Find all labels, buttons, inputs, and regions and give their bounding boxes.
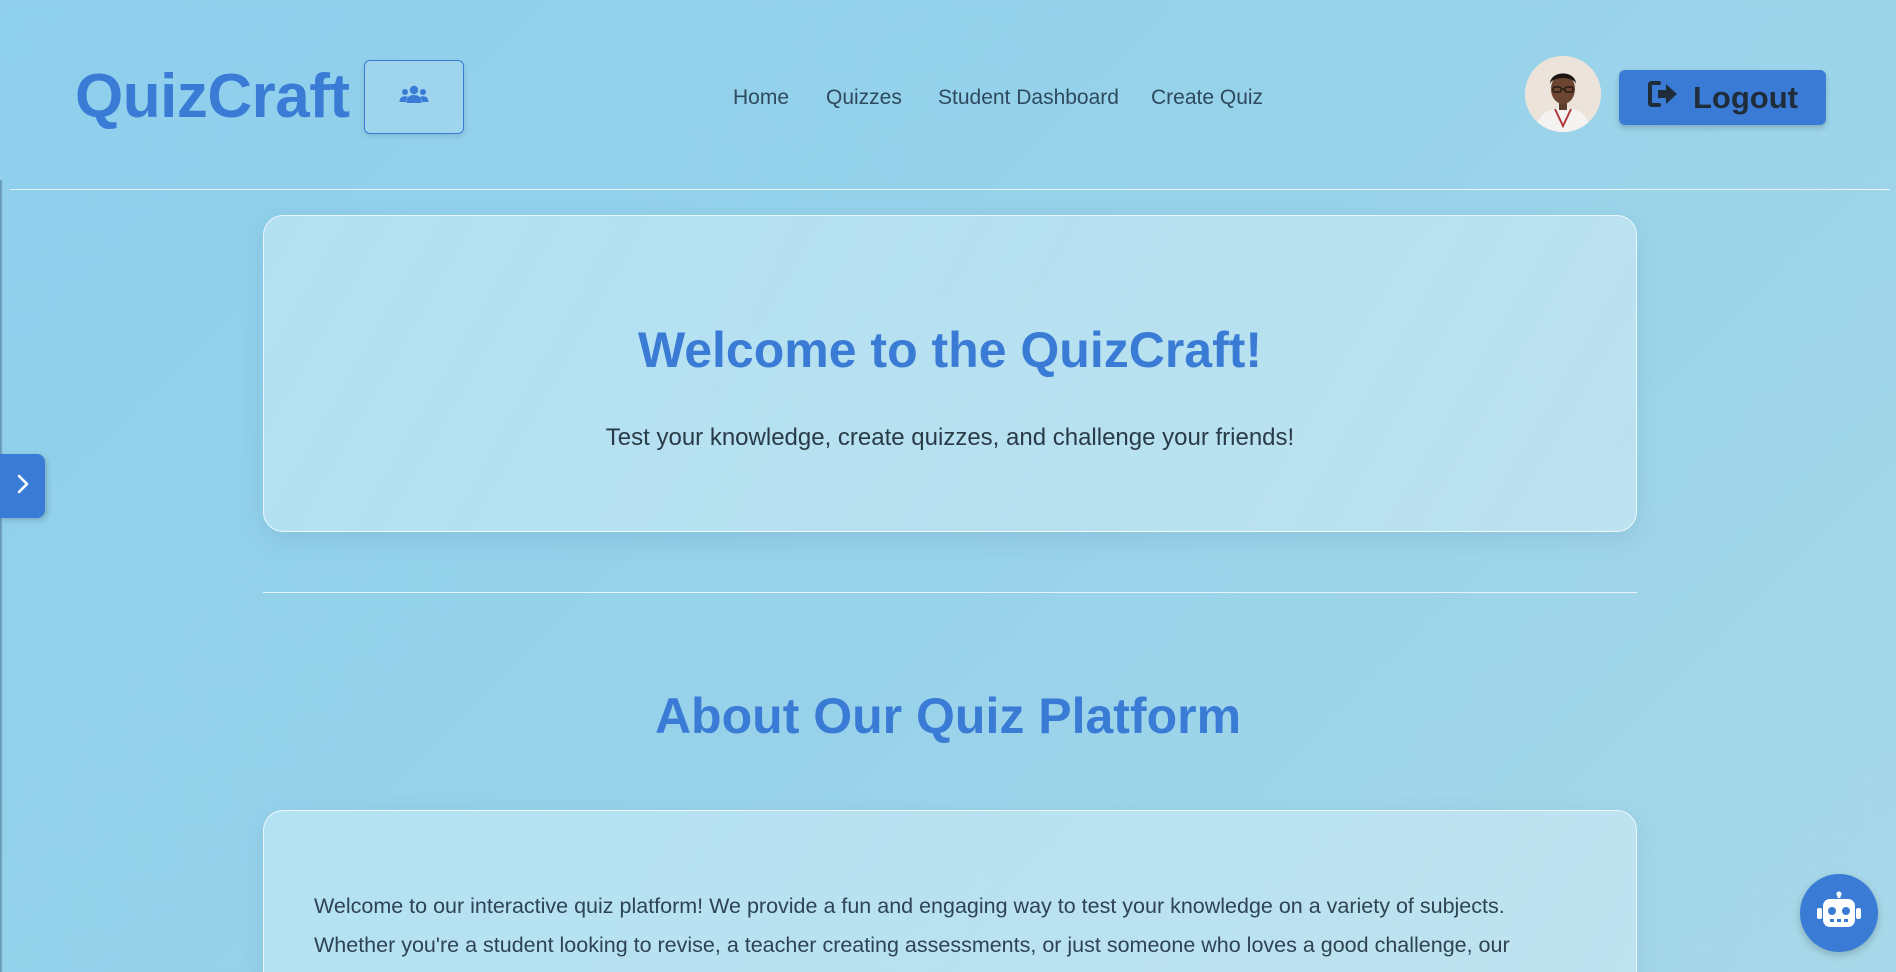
chevron-right-icon	[16, 473, 30, 500]
nav-quizzes[interactable]: Quizzes	[826, 86, 902, 110]
about-line-1: Welcome to our interactive quiz platform…	[314, 894, 1505, 918]
about-card: Welcome to our interactive quiz platform…	[263, 810, 1637, 972]
logout-label: Logout	[1692, 79, 1798, 115]
nav-student-dashboard[interactable]: Student Dashboard	[938, 86, 1119, 110]
site-header: QuizCraft Home Quizzes Student Dashboard…	[0, 0, 1896, 190]
logout-button[interactable]: Logout	[1619, 70, 1826, 125]
nav-home[interactable]: Home	[733, 86, 789, 110]
chatbot-button[interactable]	[1800, 874, 1878, 952]
sidebar-edge	[0, 180, 3, 972]
user-avatar[interactable]	[1525, 56, 1601, 132]
sidebar-toggle-button[interactable]	[0, 454, 45, 518]
sign-out-icon	[1647, 80, 1679, 116]
nav-create-quiz[interactable]: Create Quiz	[1151, 86, 1263, 110]
about-line-2: Whether you're a student looking to revi…	[314, 933, 1510, 957]
hero-title: Welcome to the QuizCraft!	[637, 322, 1263, 378]
hero-subtitle: Test your knowledge, create quizzes, and…	[605, 424, 1295, 451]
about-title: About Our Quiz Platform	[654, 688, 1242, 744]
section-divider	[263, 592, 1637, 593]
main-nav: Home Quizzes Student Dashboard Create Qu…	[0, 86, 1896, 110]
header-divider	[10, 189, 1890, 190]
hero-card: Welcome to the QuizCraft! Test your know…	[263, 215, 1637, 532]
about-text: Welcome to our interactive quiz platform…	[314, 887, 1586, 965]
robot-icon	[1816, 890, 1862, 936]
